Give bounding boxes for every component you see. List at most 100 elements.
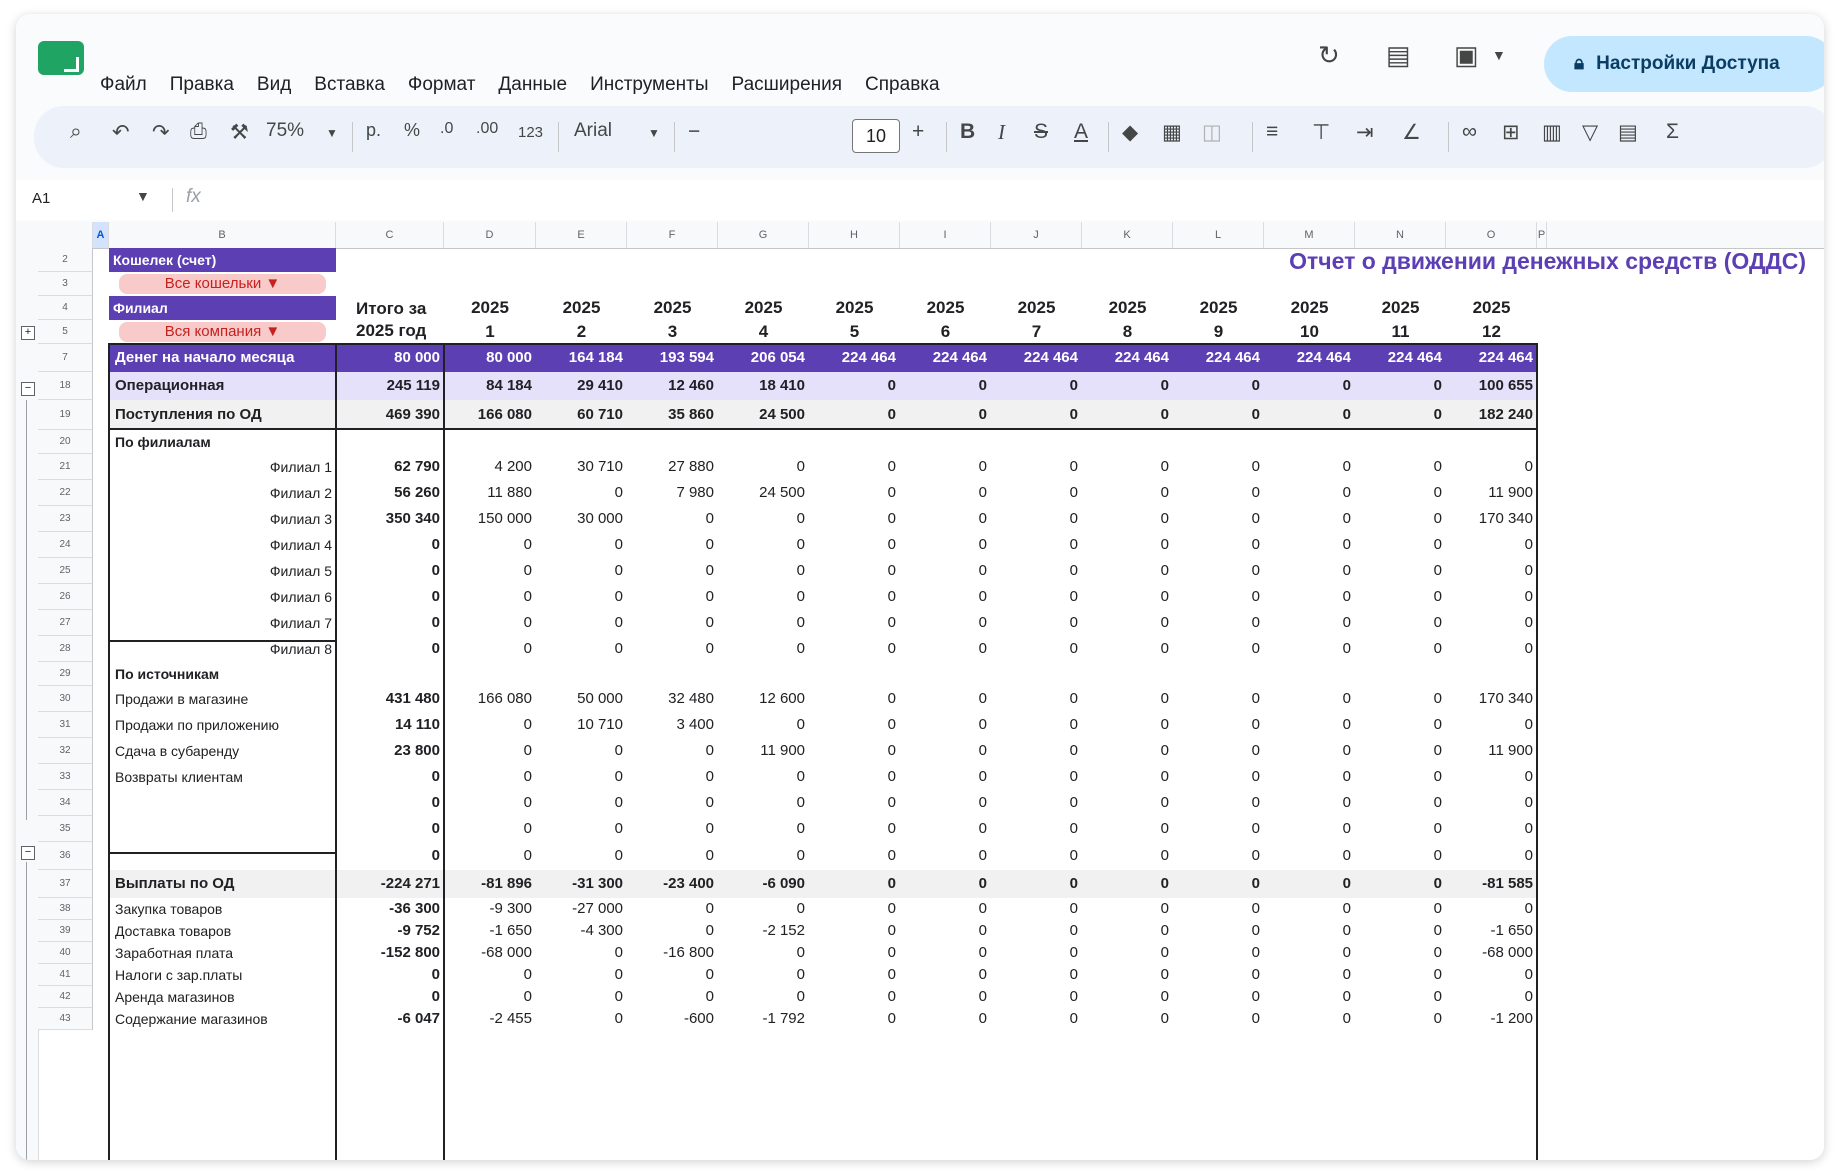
font-size-input[interactable]: 10 (852, 119, 900, 153)
row-header-7[interactable]: 7 (38, 344, 93, 372)
row-header-20[interactable]: 20 (38, 430, 93, 454)
column-header-A[interactable]: A (93, 222, 109, 248)
column-header-C[interactable]: C (336, 222, 444, 248)
bold-icon[interactable]: B (960, 120, 975, 144)
row-header-33[interactable]: 33 (38, 764, 93, 790)
italic-icon[interactable]: I (998, 120, 1005, 145)
row-header-38[interactable]: 38 (38, 898, 93, 920)
row-header-5[interactable]: 5 (38, 320, 93, 344)
menu-item-4[interactable]: Формат (408, 74, 476, 96)
column-header-F[interactable]: F (627, 222, 718, 248)
row-header-3[interactable]: 3 (38, 272, 93, 296)
row-header-42[interactable]: 42 (38, 986, 93, 1008)
menu-item-6[interactable]: Инструменты (590, 74, 708, 96)
wallet-filter-dropdown[interactable]: Все кошельки ▼ (119, 274, 326, 294)
menu-item-8[interactable]: Справка (865, 74, 940, 96)
expand-group-icon[interactable]: + (21, 326, 35, 340)
collapse-group-icon[interactable]: − (21, 382, 35, 396)
row-header-29[interactable]: 29 (38, 662, 93, 686)
insert-chart-icon[interactable]: ▥ (1542, 120, 1562, 145)
merge-cells-icon[interactable]: ◫ (1202, 120, 1222, 145)
menu-item-1[interactable]: Правка (170, 74, 234, 96)
column-header-G[interactable]: G (718, 222, 809, 248)
video-call-icon[interactable]: ▣ (1454, 40, 1479, 70)
zoom-select[interactable]: 75% (266, 120, 304, 142)
row-header-24[interactable]: 24 (38, 532, 93, 558)
row-header-23[interactable]: 23 (38, 506, 93, 532)
currency-format-button[interactable]: р. (366, 120, 381, 141)
row-header-4[interactable]: 4 (38, 296, 93, 320)
name-box[interactable]: A1 (32, 190, 50, 207)
row-header-36[interactable]: 36 (38, 842, 93, 870)
row-header-41[interactable]: 41 (38, 964, 93, 986)
menu-item-0[interactable]: Файл (100, 74, 147, 96)
text-rotation-icon[interactable]: ∠ (1402, 120, 1421, 145)
row-header-2[interactable]: 2 (38, 248, 93, 272)
row-header-19[interactable]: 19 (38, 400, 93, 430)
row-header-21[interactable]: 21 (38, 454, 93, 480)
menu-item-2[interactable]: Вид (257, 74, 291, 96)
collapse-group-icon[interactable]: − (21, 846, 35, 860)
print-icon[interactable]: ⎙ (190, 120, 207, 144)
insert-comment-icon[interactable]: ⊞ (1502, 120, 1520, 145)
row-header-34[interactable]: 34 (38, 790, 93, 816)
search-menus-icon[interactable]: ⌕ (70, 120, 82, 144)
functions-icon[interactable]: Σ (1666, 120, 1679, 144)
chevron-down-icon[interactable]: ▼ (648, 126, 660, 140)
column-header-E[interactable]: E (536, 222, 627, 248)
strikethrough-icon[interactable]: S (1034, 120, 1048, 144)
paint-format-icon[interactable]: ⚒ (230, 120, 249, 145)
spreadsheet-grid[interactable]: ABCDEFGHIJKLMNOP + − − Отчет о движении … (16, 222, 1824, 1160)
row-header-27[interactable]: 27 (38, 610, 93, 636)
column-header-K[interactable]: K (1082, 222, 1173, 248)
column-header-I[interactable]: I (900, 222, 991, 248)
column-header-B[interactable]: B (109, 222, 336, 248)
filter-views-icon[interactable]: ▤ (1618, 120, 1638, 145)
percent-format-button[interactable]: % (404, 120, 420, 141)
font-select[interactable]: Arial (574, 120, 612, 142)
column-header-H[interactable]: H (809, 222, 900, 248)
column-header-L[interactable]: L (1173, 222, 1264, 248)
row-header-31[interactable]: 31 (38, 712, 93, 738)
column-header-M[interactable]: M (1264, 222, 1355, 248)
increase-decimal-button[interactable]: .00 (476, 120, 498, 138)
horizontal-align-icon[interactable]: ≡ (1266, 120, 1278, 144)
column-header-D[interactable]: D (444, 222, 536, 248)
row-header-37[interactable]: 37 (38, 870, 93, 898)
fill-color-icon[interactable]: ◆ (1122, 120, 1138, 145)
text-wrap-icon[interactable]: ⇥ (1356, 120, 1374, 145)
vertical-align-icon[interactable]: ⊤ (1312, 120, 1330, 145)
borders-icon[interactable]: ▦ (1162, 120, 1182, 145)
decrease-font-size-icon[interactable]: − (688, 120, 700, 144)
column-header-P[interactable]: P (1537, 222, 1547, 248)
row-header-40[interactable]: 40 (38, 942, 93, 964)
menu-item-3[interactable]: Вставка (314, 74, 385, 96)
chevron-down-icon[interactable]: ▼ (136, 188, 150, 204)
row-header-43[interactable]: 43 (38, 1008, 93, 1030)
decrease-decimal-button[interactable]: .0 (440, 120, 453, 138)
history-icon[interactable]: ↻ (1318, 40, 1340, 70)
column-header-N[interactable]: N (1355, 222, 1446, 248)
row-header-26[interactable]: 26 (38, 584, 93, 610)
chevron-down-icon[interactable]: ▼ (326, 126, 338, 140)
undo-icon[interactable]: ↶ (112, 120, 130, 145)
text-color-icon[interactable]: A (1074, 120, 1088, 144)
row-header-30[interactable]: 30 (38, 686, 93, 712)
share-button[interactable]: 🔒︎ Настройки Доступа (1544, 36, 1824, 92)
select-all-corner[interactable] (38, 222, 93, 248)
menu-item-5[interactable]: Данные (498, 74, 567, 96)
increase-font-size-icon[interactable]: + (912, 120, 924, 144)
branch-filter-dropdown[interactable]: Вся компания ▼ (119, 322, 326, 342)
column-header-O[interactable]: O (1446, 222, 1537, 248)
row-header-18[interactable]: 18 (38, 372, 93, 400)
row-header-28[interactable]: 28 (38, 636, 93, 662)
menu-item-7[interactable]: Расширения (732, 74, 843, 96)
comment-icon[interactable]: ▤ (1386, 40, 1411, 70)
row-header-25[interactable]: 25 (38, 558, 93, 584)
redo-icon[interactable]: ↷ (152, 120, 170, 145)
row-header-32[interactable]: 32 (38, 738, 93, 764)
more-formats-button[interactable]: 123 (518, 124, 543, 141)
insert-link-icon[interactable]: ∞ (1462, 120, 1477, 144)
row-header-22[interactable]: 22 (38, 480, 93, 506)
filter-icon[interactable]: ▽ (1582, 120, 1598, 145)
